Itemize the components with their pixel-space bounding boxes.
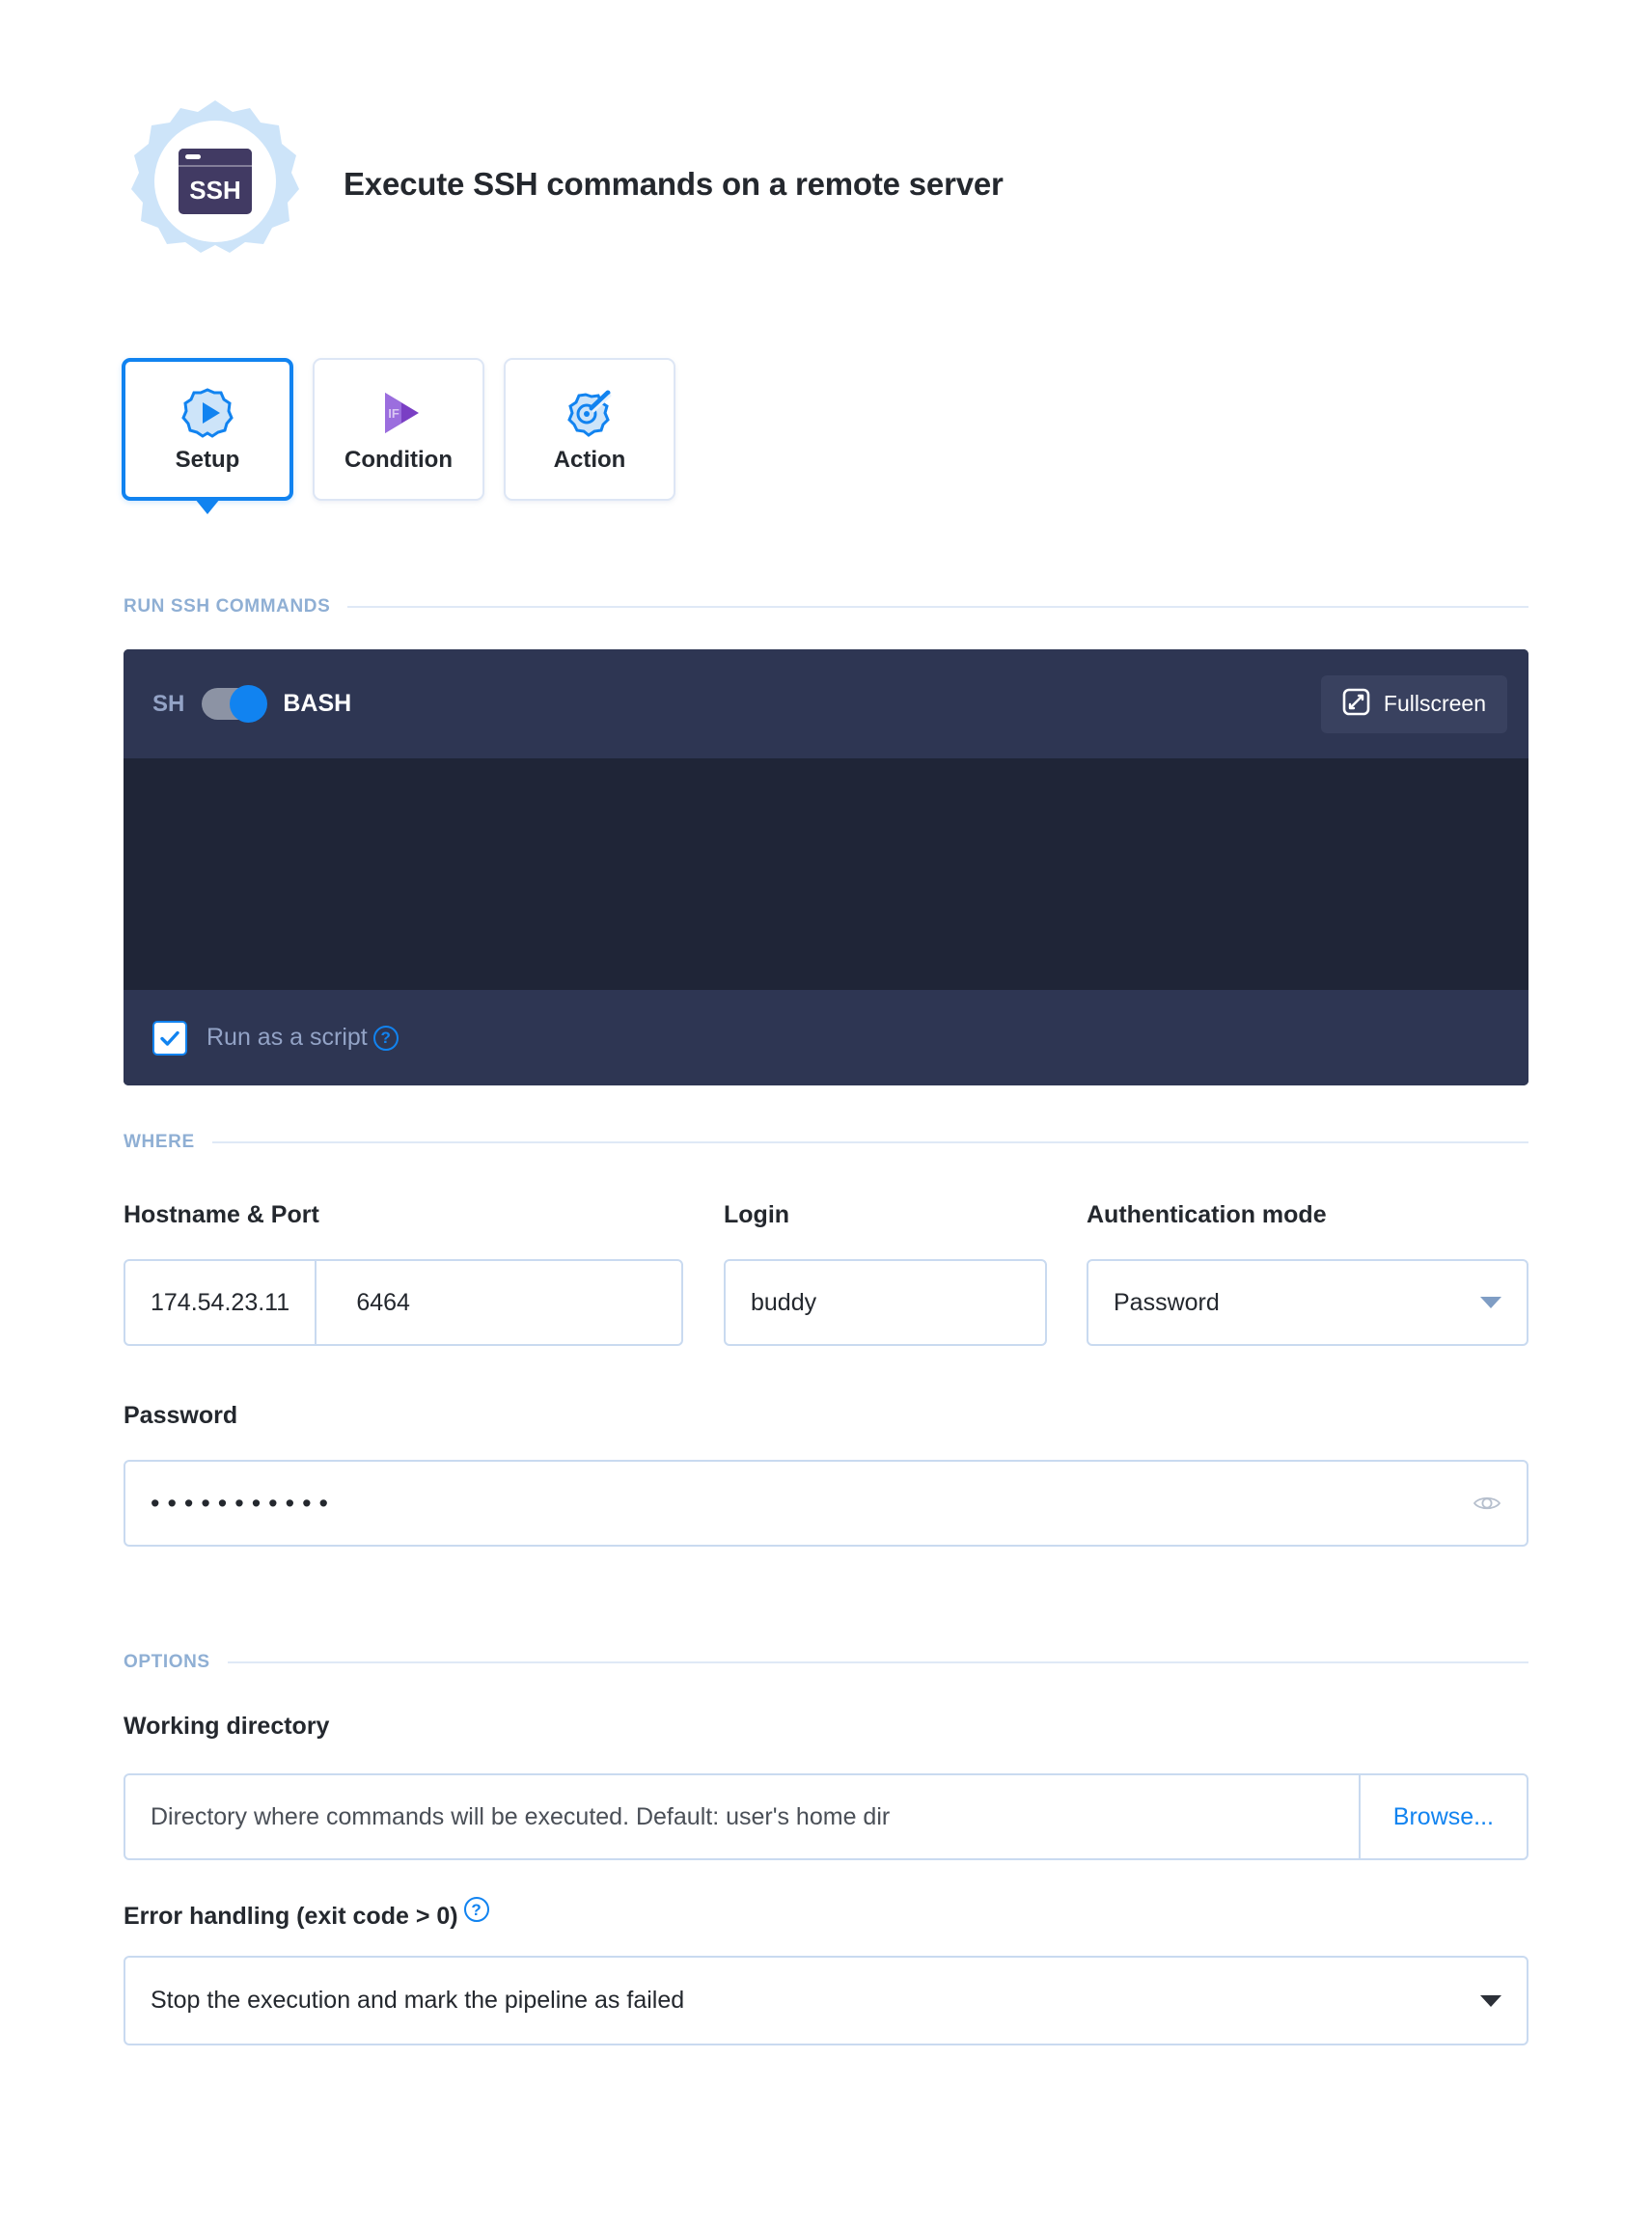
section-options: OPTIONS bbox=[124, 1652, 1528, 1673]
svg-text:IF: IF bbox=[388, 406, 399, 421]
if-play-icon: IF bbox=[371, 385, 427, 441]
gear-play-icon bbox=[179, 385, 235, 441]
port-input[interactable]: 6464 bbox=[317, 1289, 450, 1317]
login-label: Login bbox=[724, 1201, 790, 1228]
error-handling-select[interactable]: Stop the execution and mark the pipeline… bbox=[124, 1956, 1528, 2045]
password-label: Password bbox=[124, 1402, 238, 1429]
hostname-port-group: 174.54.23.11 6464 bbox=[124, 1259, 683, 1346]
page-header: SSH Execute SSH commands on a remote ser… bbox=[124, 93, 1004, 276]
run-as-script-checkbox[interactable] bbox=[152, 1020, 187, 1056]
login-value: buddy bbox=[751, 1288, 817, 1316]
shell-bash-label: BASH bbox=[283, 690, 352, 717]
shell-sh-label: SH bbox=[152, 690, 185, 717]
chevron-down-icon bbox=[1480, 1994, 1501, 2007]
chevron-down-icon bbox=[1480, 1297, 1501, 1308]
tab-action-label: Action bbox=[553, 447, 626, 473]
password-masked-value: ••••••••••• bbox=[151, 1488, 336, 1518]
login-input[interactable]: buddy bbox=[724, 1259, 1047, 1346]
eye-icon[interactable] bbox=[1473, 1489, 1501, 1518]
fullscreen-label: Fullscreen bbox=[1383, 691, 1486, 716]
section-where: WHERE bbox=[124, 1132, 1528, 1153]
working-directory-group: Directory where commands will be execute… bbox=[124, 1773, 1528, 1860]
tab-setup[interactable]: Setup bbox=[122, 358, 293, 501]
auth-mode-value: Password bbox=[1114, 1288, 1220, 1316]
tab-condition[interactable]: IF Condition bbox=[313, 358, 484, 501]
password-input[interactable]: ••••••••••• bbox=[124, 1460, 1528, 1547]
auth-mode-label: Authentication mode bbox=[1087, 1201, 1327, 1228]
section-run-ssh-commands: RUN SSH COMMANDS bbox=[124, 596, 1528, 618]
toggle-knob bbox=[230, 685, 268, 723]
hostname-port-label: Hostname & Port bbox=[124, 1201, 319, 1228]
page-title: Execute SSH commands on a remote server bbox=[344, 166, 1004, 202]
section-rule bbox=[347, 606, 1528, 608]
shell-mode-toggle[interactable] bbox=[202, 685, 268, 723]
hostname-input[interactable]: 174.54.23.11 bbox=[125, 1289, 315, 1317]
editor-footer: Run as a script ? bbox=[124, 990, 1528, 1085]
tab-condition-label: Condition bbox=[344, 447, 453, 473]
run-as-script-label: Run as a script bbox=[206, 1024, 368, 1051]
gear-wand-icon bbox=[562, 385, 618, 441]
ssh-gear-icon: SSH bbox=[124, 93, 307, 276]
error-handling-value: Stop the execution and mark the pipeline… bbox=[151, 1987, 685, 2014]
tab-action[interactable]: Action bbox=[504, 358, 675, 501]
working-directory-input[interactable]: Directory where commands will be execute… bbox=[125, 1803, 915, 1831]
fullscreen-icon bbox=[1342, 688, 1370, 721]
section-where-label: WHERE bbox=[124, 1132, 195, 1152]
tab-setup-label: Setup bbox=[175, 447, 240, 473]
editor-toolbar: SH BASH Fullscreen bbox=[124, 649, 1528, 758]
auth-mode-select[interactable]: Password bbox=[1087, 1259, 1528, 1346]
section-run-ssh-commands-label: RUN SSH COMMANDS bbox=[124, 596, 331, 617]
ssh-command-editor: SH BASH Fullscreen Run as a script ? bbox=[124, 649, 1528, 1085]
section-rule bbox=[211, 1141, 1528, 1143]
svg-text:SSH: SSH bbox=[189, 176, 240, 205]
section-options-label: OPTIONS bbox=[124, 1652, 210, 1672]
fullscreen-button[interactable]: Fullscreen bbox=[1320, 674, 1507, 733]
browse-button[interactable]: Browse... bbox=[1361, 1803, 1527, 1831]
ssh-action-config-page: SSH Execute SSH commands on a remote ser… bbox=[0, 0, 1652, 2223]
working-directory-label: Working directory bbox=[124, 1713, 330, 1740]
error-handling-label: Error handling (exit code > 0) bbox=[124, 1902, 458, 1930]
section-rule bbox=[227, 1661, 1528, 1663]
step-tabs: Setup IF Condition Action bbox=[122, 358, 675, 501]
error-handling-label-wrap: Error handling (exit code > 0)? bbox=[124, 1897, 489, 1931]
run-as-script-help-icon[interactable]: ? bbox=[372, 1025, 399, 1051]
code-textarea[interactable] bbox=[124, 758, 1528, 990]
error-handling-help-icon[interactable]: ? bbox=[463, 1897, 489, 1922]
